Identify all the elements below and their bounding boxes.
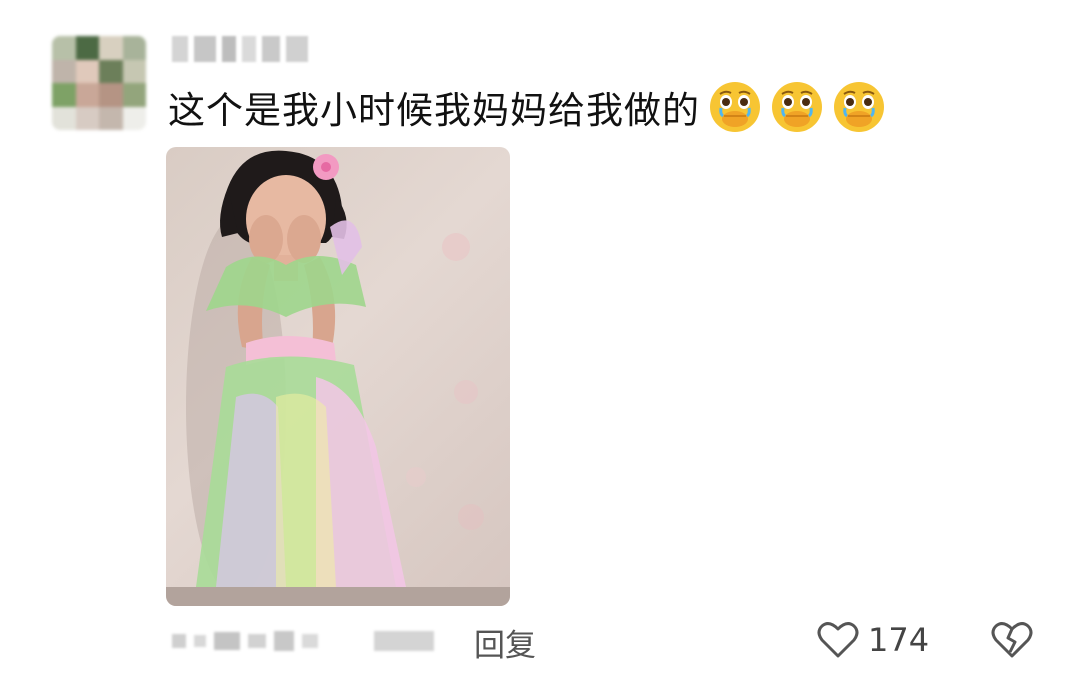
crying-face-covering-mouth-icon xyxy=(834,82,884,132)
crying-face-covering-mouth-icon xyxy=(710,82,760,132)
reply-button[interactable]: 回复 xyxy=(474,620,536,665)
broken-heart-icon[interactable] xyxy=(990,618,1034,662)
comment-text: 这个是我小时候我妈妈给我做的 xyxy=(168,89,700,132)
avatar[interactable] xyxy=(52,36,146,130)
like-button[interactable]: 174 xyxy=(816,618,929,662)
username-redacted[interactable] xyxy=(172,36,308,62)
crying-face-covering-mouth-icon xyxy=(772,82,822,132)
comment-meta-redacted xyxy=(172,626,434,656)
comment-photo[interactable] xyxy=(166,147,510,606)
comment-content: 这个是我小时候我妈妈给我做的 xyxy=(168,82,886,132)
like-count: 174 xyxy=(868,621,930,659)
photo-child-in-plastic-bag-dress xyxy=(166,150,510,606)
heart-icon xyxy=(817,622,859,658)
